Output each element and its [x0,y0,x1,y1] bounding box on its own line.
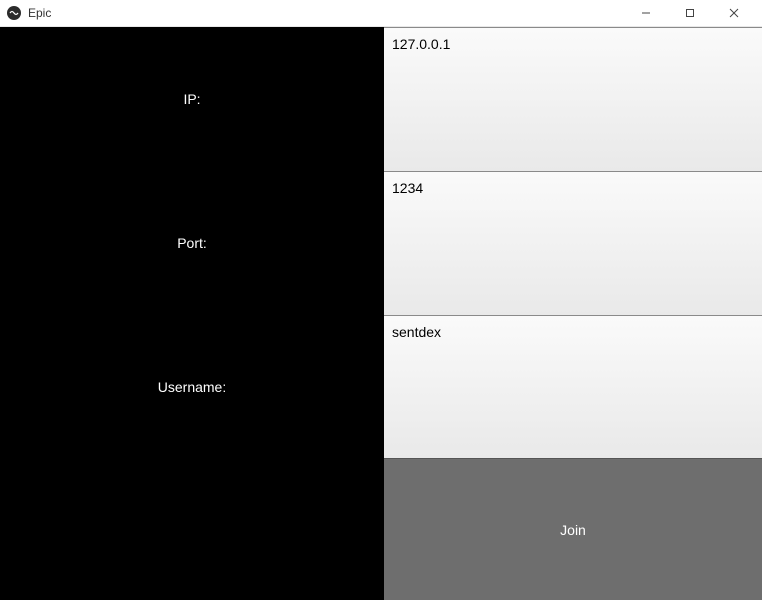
close-button[interactable] [712,1,756,25]
app-icon [6,5,22,21]
content-grid: IP: 127.0.0.1 Port: 1234 Username: sentd… [0,27,762,600]
join-button-label: Join [560,522,586,538]
empty-cell [0,458,384,600]
port-label: Port: [0,171,384,315]
join-button[interactable]: Join [384,458,762,600]
username-input[interactable]: sentdex [392,324,754,340]
window-title: Epic [28,6,51,20]
ip-label: IP: [0,27,384,171]
ip-input[interactable]: 127.0.0.1 [392,36,754,52]
port-input-cell[interactable]: 1234 [384,171,762,315]
titlebar: Epic [0,0,762,27]
username-label: Username: [0,315,384,458]
username-input-cell[interactable]: sentdex [384,315,762,458]
maximize-button[interactable] [668,1,712,25]
port-label-text: Port: [177,235,207,251]
minimize-button[interactable] [624,1,668,25]
ip-label-text: IP: [183,91,200,107]
username-label-text: Username: [158,379,226,395]
port-input[interactable]: 1234 [392,180,754,196]
ip-input-cell[interactable]: 127.0.0.1 [384,27,762,171]
